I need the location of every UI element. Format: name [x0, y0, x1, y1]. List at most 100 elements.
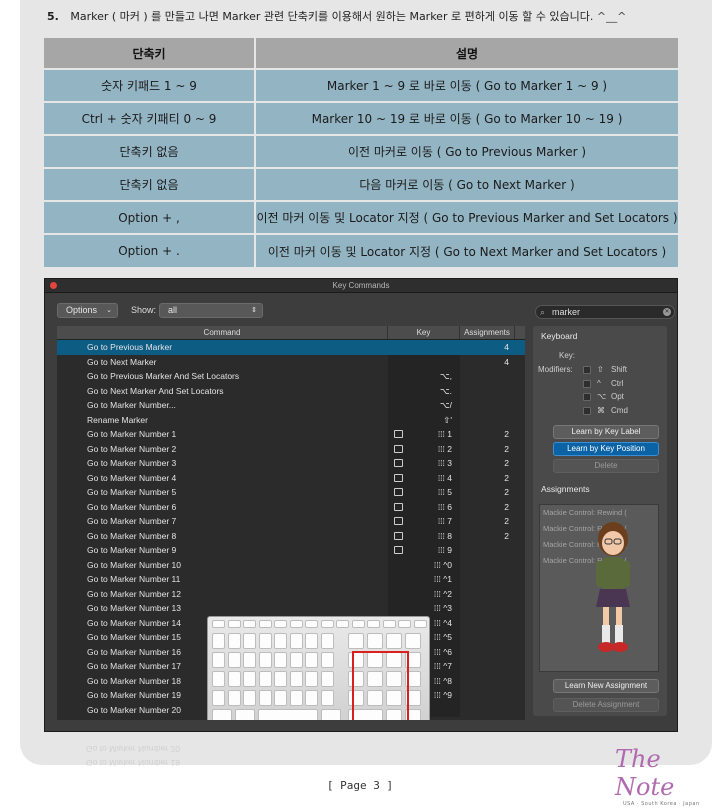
command-assignments [460, 398, 515, 413]
command-row[interactable]: Go to Next Marker 4 [57, 354, 525, 369]
modifier-name: Opt [611, 392, 624, 401]
letter-key [305, 671, 318, 687]
modifier-key [212, 709, 232, 720]
letter-key [243, 671, 256, 687]
learn-new-assignment-button[interactable]: Learn New Assignment [553, 679, 659, 693]
letter-key [320, 690, 334, 706]
command-key-text: ⁞⁞⁞ 1 [437, 429, 452, 439]
command-row[interactable]: Go to Marker Number 13 ⁞⁞⁞ ^3 [57, 601, 525, 616]
letter-key [243, 633, 256, 649]
numpad-key [367, 633, 383, 649]
command-row[interactable]: Go to Marker Number 3 ⁞⁞⁞ 3 2 [57, 456, 525, 471]
letter-key [212, 671, 225, 687]
keyboard-icon [394, 444, 403, 453]
command-assignments [460, 369, 515, 384]
letter-key [258, 690, 272, 706]
command-name: Go to Next Marker And Set Locators [87, 385, 224, 396]
modifier-checkbox[interactable] [583, 379, 591, 388]
command-key-text: ⁞⁞⁞ 6 [437, 501, 452, 512]
command-assignments: 2 [504, 429, 509, 439]
command-row[interactable]: Go to Marker Number 7 ⁞⁞⁞ 7 2 [57, 514, 525, 529]
command-key-text: ⁞⁞⁞ ^8 [433, 675, 452, 686]
command-name: Go to Marker Number 2 [87, 443, 177, 454]
command-row[interactable]: Go to Marker Number 9 ⁞⁞⁞ 9 [57, 543, 525, 558]
keyboard-title: Keyboard [541, 331, 578, 341]
search-input[interactable]: ⌕ marker ✕ [535, 305, 675, 319]
keyboard-icon [394, 546, 403, 554]
command-table: Command Key Assignments Go to Previous M… [57, 326, 525, 720]
delete-assignment-button[interactable]: Delete Assignment [553, 698, 659, 712]
shortcut-cell: 단축키 없음 [44, 167, 256, 201]
shortcut-cell: 단축키 없음 [44, 134, 256, 168]
cartoon-girl-image [596, 522, 630, 652]
column-key[interactable]: Key [388, 326, 460, 339]
command-assignments [460, 630, 515, 645]
command-name: Go to Marker Number 5 [87, 487, 177, 497]
command-assignments [460, 572, 515, 587]
command-key-text: ⁞⁞⁞ 3 [437, 458, 452, 468]
letter-key [289, 671, 303, 687]
command-key: ⁞⁞⁞ 7 [388, 514, 460, 529]
search-icon: ⌕ [540, 307, 546, 317]
command-assignments [460, 601, 515, 616]
command-row[interactable]: Go to Marker Number 2 ⁞⁞⁞ 2 2 [57, 441, 525, 456]
modifier-checkbox[interactable] [583, 393, 591, 401]
options-menu-button[interactable]: Options ⌄ [57, 303, 118, 318]
show-value: all [168, 305, 178, 315]
command-key: ⁞⁞⁞ ^2 [388, 586, 460, 601]
command-key-text: ⁞⁞⁞ ^2 [433, 588, 452, 599]
command-row[interactable]: Go to Next Marker And Set Locators ⌥. [57, 383, 525, 398]
window-title: Key Commands [332, 281, 390, 290]
learn-by-key-position-button[interactable]: Learn by Key Position [553, 442, 659, 456]
show-filter-select[interactable]: all ⇕ [159, 303, 263, 318]
column-command[interactable]: Command [57, 326, 388, 339]
command-row[interactable]: Go to Marker Number 1 ⁞⁞⁞ 1 2 [57, 427, 525, 442]
letter-key [243, 652, 256, 668]
function-key [351, 620, 365, 628]
command-row[interactable]: Go to Marker Number 5 ⁞⁞⁞ 5 2 [57, 485, 525, 500]
command-row[interactable]: Go to Marker Number 10 ⁞⁞⁞ ^0 [57, 557, 525, 572]
numpad-key [348, 633, 364, 649]
command-assignments: 4 [504, 342, 509, 352]
letter-key [212, 633, 225, 649]
command-row[interactable]: Go to Marker Number 11 ⁞⁞⁞ ^1 [57, 572, 525, 587]
window-reflection: Go to Marker Number 20 Go to Marker Numb… [44, 740, 678, 770]
command-key: ⁞⁞⁞ ^0 [388, 557, 460, 572]
letter-key [258, 633, 272, 649]
modifier-name: Cmd [611, 405, 628, 415]
command-assignments: 2 [504, 487, 509, 497]
command-name: Go to Marker Number... [87, 400, 176, 410]
keyboard-icon [394, 502, 403, 511]
function-key [382, 620, 396, 628]
column-assignments[interactable]: Assignments [460, 326, 515, 339]
command-key-text: ⁞⁞⁞ ^4 [433, 617, 452, 628]
delete-button[interactable]: Delete [553, 459, 659, 473]
modifier-checkbox[interactable] [583, 366, 591, 374]
close-window-button[interactable] [50, 282, 57, 289]
shortcut-cell: 숫자 키패드 1 ~ 9 [44, 68, 256, 102]
command-row[interactable]: Go to Marker Number... ⌥/ [57, 398, 525, 413]
letter-key [320, 633, 334, 649]
command-table-header: Command Key Assignments [57, 326, 525, 340]
command-row[interactable]: Go to Marker Number 6 ⁞⁞⁞ 6 2 [57, 499, 525, 514]
command-assignments: 2 [504, 443, 509, 454]
clear-search-icon[interactable]: ✕ [663, 308, 671, 316]
letter-key [289, 652, 303, 668]
learn-by-key-label-button[interactable]: Learn by Key Label [553, 425, 659, 439]
command-row[interactable]: Go to Marker Number 4 ⁞⁞⁞ 4 2 [57, 470, 525, 485]
command-row[interactable]: Go to Previous Marker 4 [57, 340, 525, 355]
command-key-text: ⁞⁞⁞ 9 [437, 545, 452, 555]
command-row[interactable]: Rename Marker ⇧' [57, 412, 525, 427]
shortcut-row: 숫자 키패드 1 ~ 9 Marker 1 ~ 9 로 바로 이동 ( Go to… [44, 68, 678, 102]
command-row[interactable]: Go to Marker Number 8 ⁞⁞⁞ 8 2 [57, 528, 525, 543]
command-row[interactable]: Go to Marker Number 12 ⁞⁞⁞ ^2 [57, 586, 525, 601]
numpad-keyboard-photo [207, 616, 430, 720]
modifier-checkbox[interactable] [583, 406, 591, 415]
function-key [336, 620, 349, 628]
command-row[interactable]: Go to Previous Marker And Set Locators ⌥, [57, 369, 525, 384]
letter-key [305, 690, 318, 706]
letter-key [258, 671, 272, 687]
command-key-text: ⁞⁞⁞ 2 [437, 443, 452, 454]
command-name: Rename Marker [87, 414, 148, 425]
command-assignments [460, 645, 515, 660]
